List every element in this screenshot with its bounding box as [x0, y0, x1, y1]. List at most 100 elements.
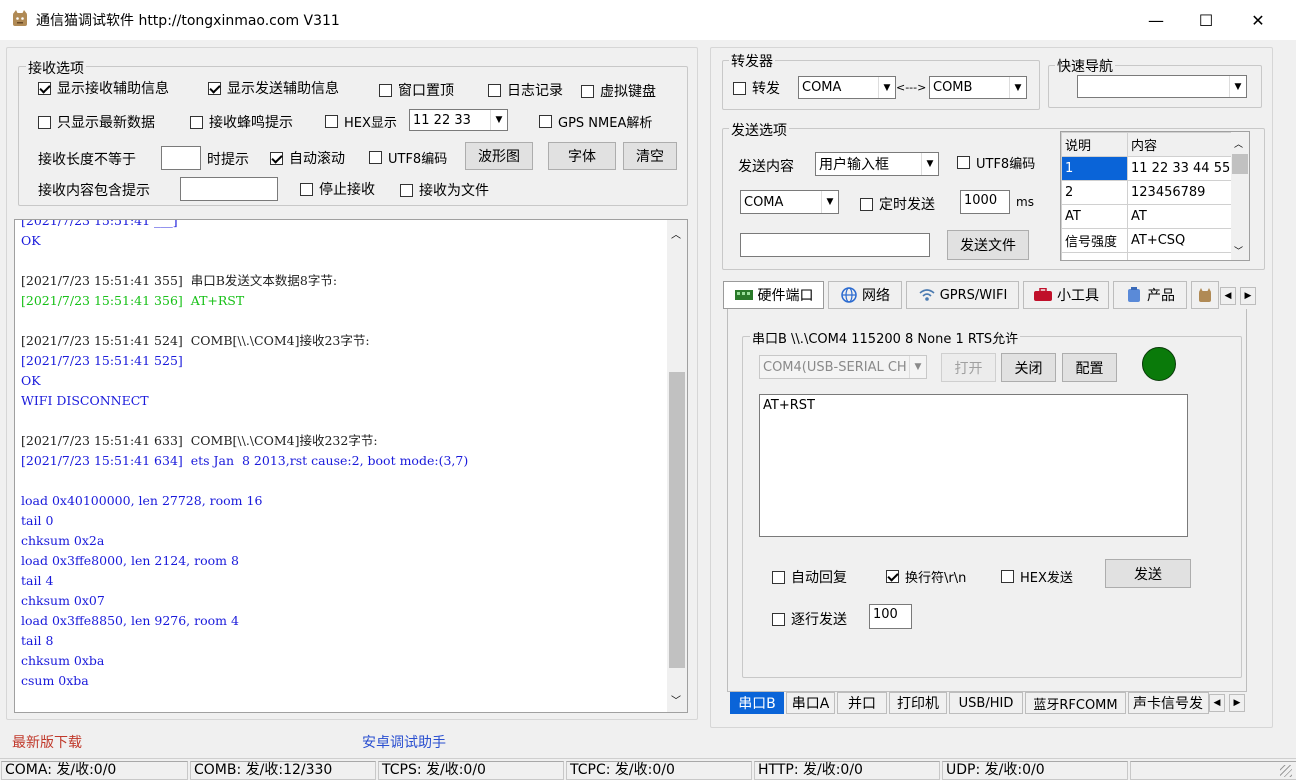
close-port-button[interactable]: 关闭 [1001, 353, 1056, 382]
bottom-tab-bluetooth[interactable]: 蓝牙RFCOMM [1025, 692, 1126, 714]
command-description-cell[interactable]: 信号强度 [1061, 228, 1128, 253]
send-button[interactable]: 发送 [1105, 559, 1191, 588]
checkbox-box[interactable] [190, 115, 203, 129]
receive-log[interactable]: [2021/7/23 15:51:41 ___] OK [2021/7/23 15:… [14, 219, 688, 713]
latest-download-link[interactable]: 最新版下载 [12, 732, 82, 752]
command-description-cell[interactable] [1061, 252, 1128, 260]
window-on-top-checkbox[interactable]: 窗口置顶 [379, 80, 454, 100]
open-port-button[interactable]: 打开 [941, 353, 996, 382]
command-row[interactable]: 信号强度 AT+CSQ [1061, 228, 1232, 253]
len-not-equal-input[interactable] [161, 146, 201, 170]
chevron-down-icon[interactable]: ▼ [878, 77, 895, 98]
checkbox-box[interactable] [772, 570, 785, 584]
chevron-down-icon[interactable]: ▼ [490, 110, 507, 130]
close-window-button[interactable]: ✕ [1233, 0, 1283, 40]
column-header-description[interactable]: 说明 [1061, 132, 1128, 157]
checkbox-box[interactable] [957, 156, 970, 169]
checkbox-box[interactable] [38, 115, 51, 129]
checkbox-box[interactable] [400, 183, 413, 197]
android-helper-link[interactable]: 安卓调试助手 [362, 732, 446, 752]
command-content-cell[interactable]: AT [1127, 204, 1232, 229]
bottom-tab-usb-hid[interactable]: USB/HID [949, 692, 1023, 714]
tab-gprs-wifi[interactable]: GPRS/WIFI [906, 281, 1019, 309]
log-record-checkbox[interactable]: 日志记录 [488, 80, 563, 100]
forward-checkbox[interactable]: 转发 [733, 78, 780, 98]
line-interval-input[interactable]: 100 [869, 604, 912, 629]
column-header-content[interactable]: 内容 [1127, 132, 1232, 157]
forward-to-select[interactable]: COMB ▼ [929, 76, 1027, 99]
tab-scroll-left-icon[interactable]: ◀ [1220, 287, 1236, 305]
checkbox-box[interactable] [208, 81, 221, 95]
contains-input[interactable] [180, 177, 278, 201]
chevron-down-icon[interactable]: ▼ [921, 153, 938, 175]
checkbox-box[interactable] [539, 115, 552, 128]
command-table[interactable]: 说明 内容 1 11 22 33 44 55 2 123456789 AT AT 信号强度 A… [1060, 131, 1250, 261]
tab-network[interactable]: 网络 [828, 281, 902, 309]
show-send-aux-checkbox[interactable]: 显示发送辅助信息 [208, 78, 339, 98]
maximize-button[interactable]: ☐ [1181, 0, 1231, 40]
timed-send-checkbox[interactable]: 定时发送 [860, 194, 935, 214]
config-button[interactable]: 配置 [1062, 353, 1117, 382]
command-description-cell[interactable]: AT [1061, 204, 1128, 229]
scroll-down-icon[interactable]: ﹀ [1234, 244, 1243, 257]
command-row[interactable]: 1 11 22 33 44 55 [1061, 156, 1232, 181]
chevron-down-icon[interactable]: ▼ [909, 356, 926, 378]
resize-grip-icon[interactable] [1280, 765, 1292, 777]
command-row[interactable] [1061, 252, 1232, 260]
command-content-cell[interactable]: 123456789 [1127, 180, 1232, 205]
command-content-cell[interactable]: AT+CSQ [1127, 228, 1232, 253]
checkbox-box[interactable] [1001, 570, 1014, 583]
recv-beep-checkbox[interactable]: 接收蜂鸣提示 [190, 112, 293, 132]
utf8-encode-checkbox[interactable]: UTF8编码 [957, 153, 1035, 172]
font-button[interactable]: 字体 [548, 142, 616, 170]
hex-send-checkbox[interactable]: HEX发送 [1001, 567, 1073, 586]
show-recv-aux-checkbox[interactable]: 显示接收辅助信息 [38, 78, 169, 98]
checkbox-box[interactable] [488, 83, 501, 97]
command-table-grid[interactable]: 说明 内容 1 11 22 33 44 55 2 123456789 AT AT 信号强度 A… [1061, 132, 1232, 260]
waveform-button[interactable]: 波形图 [465, 142, 533, 170]
tab-scroll-right-icon[interactable]: ▶ [1240, 287, 1256, 305]
command-description-cell[interactable]: 1 [1061, 156, 1128, 181]
interval-input[interactable]: 1000 [960, 190, 1010, 214]
bottom-tab-scroll-left-icon[interactable]: ◀ [1209, 694, 1225, 712]
bottom-tab-printer[interactable]: 打印机 [889, 692, 947, 714]
checkbox-box[interactable] [772, 612, 785, 626]
chevron-down-icon[interactable]: ▼ [821, 191, 838, 213]
virtual-keyboard-checkbox[interactable]: 虚拟键盘 [581, 81, 656, 101]
bottom-tab-serial-a[interactable]: 串口A [786, 692, 835, 714]
chevron-down-icon[interactable]: ▼ [1229, 76, 1246, 97]
only-latest-checkbox[interactable]: 只显示最新数据 [38, 112, 155, 132]
scrollbar-thumb[interactable] [669, 372, 685, 668]
receive-to-file-checkbox[interactable]: 接收为文件 [400, 180, 489, 200]
checkbox-box[interactable] [38, 81, 51, 95]
chevron-down-icon[interactable]: ▼ [1009, 77, 1026, 98]
checkbox-box[interactable] [733, 81, 746, 95]
send-port-select[interactable]: COMA ▼ [740, 190, 839, 214]
checkbox-box[interactable] [581, 84, 594, 98]
file-path-input[interactable] [740, 233, 930, 257]
clear-button[interactable]: 清空 [623, 142, 677, 170]
gps-nmea-checkbox[interactable]: GPS NMEA解析 [539, 112, 652, 131]
hex-value-select[interactable]: 11 22 33 ▼ [409, 109, 508, 131]
send-file-button[interactable]: 发送文件 [947, 230, 1029, 260]
tab-product[interactable]: 产品 [1113, 281, 1187, 309]
checkbox-box[interactable] [325, 115, 338, 128]
scrollbar-thumb[interactable] [1232, 154, 1248, 174]
send-textarea[interactable]: AT+RST [759, 394, 1188, 537]
quick-nav-select[interactable]: ▼ [1077, 75, 1247, 98]
command-content-cell[interactable] [1127, 252, 1232, 260]
bottom-tab-soundcard[interactable]: 声卡信号发 [1128, 692, 1209, 714]
serial-port-select[interactable]: COM4(USB-SERIAL CH ▼ [759, 355, 927, 379]
auto-scroll-checkbox[interactable]: 自动滚动 [270, 148, 345, 168]
scroll-up-icon[interactable]: ︿ [1234, 137, 1243, 150]
tab-hardware-port[interactable]: 硬件端口 [723, 281, 824, 309]
command-row[interactable]: 2 123456789 [1061, 180, 1232, 205]
utf8-decode-checkbox[interactable]: UTF8编码 [369, 148, 447, 167]
command-description-cell[interactable]: 2 [1061, 180, 1128, 205]
tab-more[interactable] [1191, 281, 1219, 309]
checkbox-box[interactable] [270, 151, 283, 165]
command-row[interactable]: AT AT [1061, 204, 1232, 229]
checkbox-box[interactable] [379, 83, 392, 97]
minimize-button[interactable]: — [1131, 0, 1181, 40]
checkbox-box[interactable] [860, 197, 873, 211]
